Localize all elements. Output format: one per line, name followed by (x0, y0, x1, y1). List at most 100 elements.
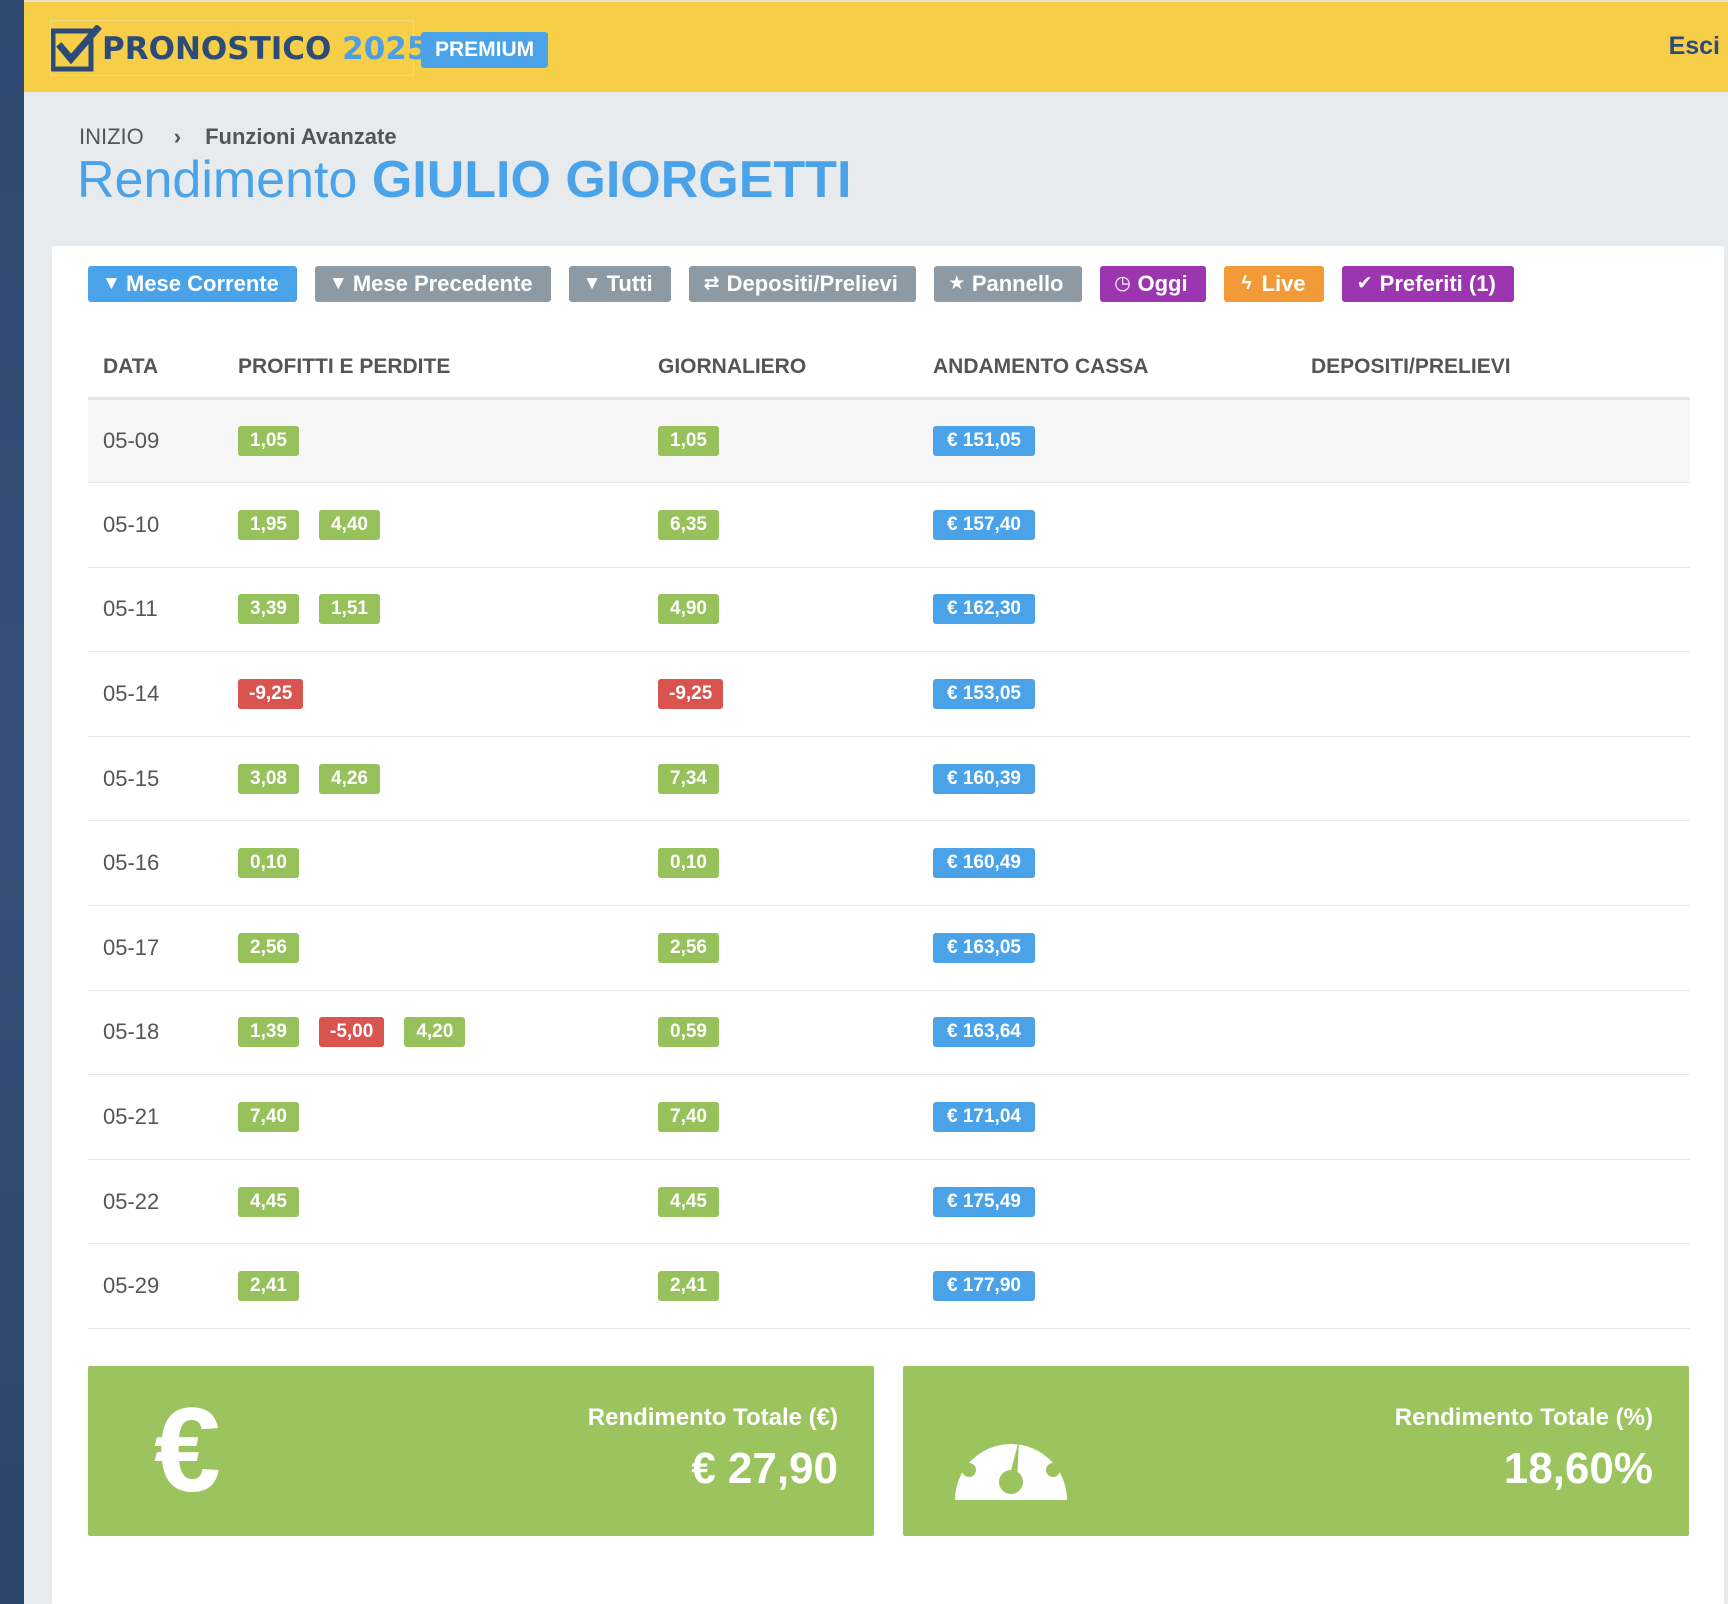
total-return-pct-label: Rendimento Totale (%) (1394, 1404, 1653, 1431)
profit-loss-cell: 2,41 (223, 1243, 643, 1330)
table-row: 05-22 4,45 4,45 € 175,49 (88, 1159, 1690, 1245)
deposits-withdrawals-cell (1296, 1243, 1690, 1330)
total-return-pct-card: Rendimento Totale (%) 18,60% (903, 1366, 1689, 1536)
date-cell: 05-10 (88, 482, 223, 568)
profit-loss-badge: 3,08 (238, 763, 299, 794)
exchange-icon: ⇄ (703, 273, 720, 294)
cash-badge: € 153,05 (933, 679, 1035, 710)
performance-table: DATA PROFITTI E PERDITE GIORNALIERO ANDA… (88, 338, 1690, 1330)
profit-loss-cell: 1,39 -5,00 4,20 (223, 990, 643, 1076)
table-row: 05-18 1,39 -5,00 4,20 0,59 € 163,64 (88, 990, 1690, 1076)
profit-loss-cell: 2,56 (223, 905, 643, 991)
column-header-deposits-withdrawals: DEPOSITI/PRELIEVI (1296, 338, 1690, 400)
daily-badge: 2,41 (658, 1271, 719, 1302)
cash-badge: € 160,49 (933, 848, 1035, 879)
table-row: 05-17 2,56 2,56 € 163,05 (88, 905, 1690, 991)
premium-badge: PREMIUM (421, 32, 549, 68)
filter-button-7[interactable]: ✔ Preferiti (1) (1341, 266, 1514, 302)
table-row: 05-10 1,95 4,40 6,35 € 157,40 (88, 482, 1690, 568)
cash-trend-cell: € 160,49 (918, 820, 1296, 907)
profit-loss-badge: 1,95 (238, 509, 299, 540)
profit-loss-cell: -9,25 (223, 651, 643, 737)
table-body: 05-09 1,05 1,05 € 151,05 05-10 1,95 4,40 6,35 € … (88, 398, 1690, 1330)
logo-text: PRONOSTICO 2025 (102, 31, 428, 67)
page-title-name: GIULIO GIORGETTI (371, 151, 852, 209)
daily-cell: 0,10 (643, 820, 918, 907)
checkbox-logo-icon (51, 25, 102, 72)
date-cell: 05-11 (88, 567, 223, 653)
filter-button-3[interactable]: ⇄ Depositi/Prelievi (688, 266, 916, 302)
profit-loss-badge: 1,51 (319, 594, 380, 625)
daily-cell: 2,41 (643, 1243, 918, 1330)
breadcrumb-home-link[interactable]: INIZIO (79, 124, 144, 150)
deposits-withdrawals-cell (1296, 990, 1690, 1076)
daily-badge: 7,34 (658, 763, 719, 794)
filter-button-2[interactable]: ▼ Tutti (568, 266, 671, 302)
column-header-profit-loss: PROFITTI E PERDITE (223, 338, 643, 400)
cash-badge: € 151,05 (933, 425, 1035, 456)
total-return-eur-value: € 27,90 (691, 1444, 838, 1493)
filter-button-label: Mese Corrente (126, 271, 279, 296)
cash-badge: € 175,49 (933, 1186, 1035, 1217)
logout-link[interactable]: Esci (1669, 32, 1720, 61)
profit-loss-badge: 4,40 (319, 509, 380, 540)
column-header-daily: GIORNALIERO (643, 338, 918, 400)
clock-icon: ◷ (1114, 273, 1131, 294)
deposits-withdrawals-cell (1296, 1159, 1690, 1245)
date-cell: 05-15 (88, 736, 223, 822)
euro-icon: € (154, 1383, 221, 1517)
table-row: 05-09 1,05 1,05 € 151,05 (88, 398, 1690, 484)
filter-button-label: Depositi/Prelievi (726, 271, 898, 296)
deposits-withdrawals-cell (1296, 736, 1690, 822)
deposits-withdrawals-cell (1296, 651, 1690, 737)
table-row: 05-29 2,41 2,41 € 177,90 (88, 1243, 1690, 1330)
profit-loss-badge: 3,39 (238, 594, 299, 625)
cash-trend-cell: € 160,39 (918, 736, 1296, 822)
breadcrumb: INIZIO › Funzioni Avanzate (79, 124, 397, 150)
cash-badge: € 162,30 (933, 594, 1035, 625)
logo-text-primary: PRONOSTICO (102, 31, 332, 67)
date-cell: 05-14 (88, 651, 223, 737)
daily-cell: 4,45 (643, 1159, 918, 1245)
cash-trend-cell: € 157,40 (918, 482, 1296, 568)
cash-trend-cell: € 163,64 (918, 990, 1296, 1076)
date-cell: 05-17 (88, 905, 223, 991)
date-cell: 05-21 (88, 1074, 223, 1160)
filter-button-6[interactable]: ϟ Live (1223, 266, 1324, 302)
check-icon: ✔ (1356, 273, 1373, 294)
app-logo[interactable]: PRONOSTICO 2025 (50, 20, 428, 76)
filter-button-label: Preferiti (1) (1379, 271, 1496, 296)
star-icon: ★ (948, 273, 966, 294)
filter-button-1[interactable]: ▼ Mese Precedente (314, 266, 551, 302)
date-cell: 05-09 (88, 398, 223, 484)
profit-loss-cell: 1,05 (223, 398, 643, 484)
profit-loss-badge: 2,41 (238, 1271, 299, 1302)
table-row: 05-21 7,40 7,40 € 171,04 (88, 1074, 1690, 1160)
daily-cell: -9,25 (643, 651, 918, 737)
bolt-icon: ϟ (1241, 273, 1252, 294)
cash-badge: € 163,64 (933, 1017, 1035, 1048)
profit-loss-badge: -9,25 (238, 679, 304, 710)
daily-badge: 0,10 (658, 848, 719, 879)
profit-loss-cell: 3,39 1,51 (223, 567, 643, 653)
page-title: Rendimento GIULIO GIORGETTI (77, 150, 851, 210)
filter-button-0[interactable]: ▼ Mese Corrente (88, 266, 297, 302)
deposits-withdrawals-cell (1296, 482, 1690, 568)
filter-button-label: Tutti (606, 271, 653, 296)
gauge-icon (955, 1420, 1067, 1500)
filter-button-4[interactable]: ★ Pannello (933, 266, 1082, 302)
daily-badge: -9,25 (658, 679, 724, 710)
cash-trend-cell: € 151,05 (918, 398, 1296, 484)
daily-cell: 0,59 (643, 990, 918, 1076)
filter-button-label: Pannello (971, 271, 1064, 296)
filter-button-5[interactable]: ◷ Oggi (1099, 266, 1206, 302)
column-header-date: DATA (88, 338, 223, 400)
daily-cell: 6,35 (643, 482, 918, 568)
top-bar: PRONOSTICO 2025 PREMIUM Esci (24, 0, 1728, 92)
filter-button-label: Mese Precedente (352, 271, 533, 296)
date-cell: 05-22 (88, 1159, 223, 1245)
cash-badge: € 157,40 (933, 509, 1035, 540)
cash-trend-cell: € 162,30 (918, 567, 1296, 653)
total-return-eur-label: Rendimento Totale (€) (587, 1404, 838, 1431)
cash-badge: € 171,04 (933, 1102, 1035, 1133)
